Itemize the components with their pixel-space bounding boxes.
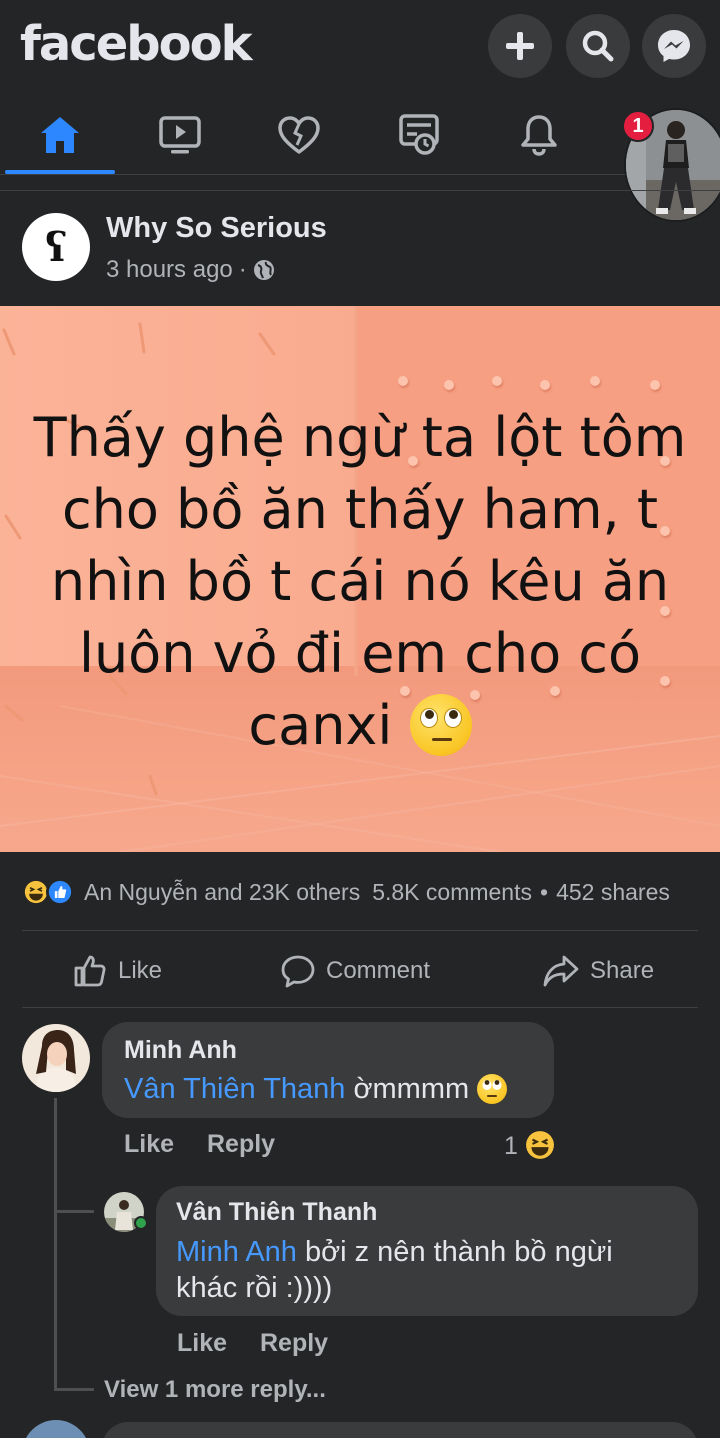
haha-icon — [525, 1131, 554, 1159]
create-button[interactable] — [488, 14, 552, 78]
divider — [0, 190, 720, 191]
meta-separator: · — [238, 256, 247, 283]
dating-icon — [278, 116, 320, 154]
divider — [22, 1007, 698, 1008]
plus-icon — [506, 32, 534, 60]
share-label: Share — [590, 957, 655, 984]
wall-dot — [444, 380, 454, 390]
post-actions: Like Comment Share — [0, 940, 720, 1002]
wall-dot — [590, 376, 600, 386]
online-indicator — [134, 1216, 148, 1230]
reactions-summary-row[interactable]: An Nguyễn and 23K others 5.8K comments •… — [22, 876, 712, 908]
share-button[interactable]: Share — [542, 940, 654, 1002]
like-icon — [46, 878, 74, 906]
search-button[interactable] — [566, 14, 630, 78]
comment-label: Comment — [326, 957, 431, 984]
post-caption: Thấy ghệ ngừ ta lột tôm cho bồ ăn thấy h… — [33, 406, 687, 757]
messenger-icon — [658, 30, 690, 62]
comment-reaction-count[interactable]: 1 — [504, 1130, 555, 1161]
wall-dot — [650, 380, 660, 390]
post-meta: 3 hours ago · — [106, 256, 275, 284]
tab-home[interactable] — [5, 95, 115, 175]
thread-branch — [54, 1388, 94, 1391]
main-nav — [0, 95, 720, 175]
tab-watch[interactable] — [125, 95, 235, 175]
page-avatar-glyph: ʕ — [44, 223, 68, 271]
dot-separator: • — [540, 878, 549, 905]
top-bar: facebook — [0, 0, 720, 95]
wall-dot — [540, 380, 550, 390]
post-time[interactable]: 3 hours ago — [106, 256, 233, 284]
thumbs-up-icon — [74, 955, 106, 987]
post-image-text: Thấy ghệ ngừ ta lột tôm cho bồ ăn thấy h… — [20, 402, 700, 762]
wall-dot — [398, 376, 408, 386]
comment-reply-button[interactable]: Reply — [207, 1130, 275, 1159]
reaction-icons — [22, 877, 78, 907]
comment-text: Vân Thiên Thanh ờmmmm — [124, 1071, 508, 1108]
thread-line — [54, 1098, 57, 1390]
reply-text-line2: khác rồi :)))) — [176, 1272, 333, 1304]
comment-body: ờmmmm — [345, 1073, 470, 1105]
thread-branch — [54, 1210, 94, 1213]
globe-icon — [253, 260, 274, 280]
bell-icon — [521, 115, 557, 156]
comments-count[interactable]: 5.8K comments — [372, 879, 532, 906]
next-commenter-avatar[interactable] — [22, 1420, 90, 1438]
comment-like-button[interactable]: Like — [124, 1130, 174, 1159]
face-with-rolling-eyes-emoji — [409, 694, 472, 756]
reply-author[interactable]: Vân Thiên Thanh — [176, 1198, 377, 1227]
comment-icon — [281, 955, 315, 988]
reactions-count[interactable]: An Nguyễn and 23K others — [84, 879, 360, 906]
marketplace-icon — [399, 114, 439, 155]
comment-mention[interactable]: Vân Thiên Thanh — [124, 1073, 345, 1105]
reply-text-line1: Minh Anh bởi z nên thành bồ ngừi — [176, 1234, 613, 1271]
face-with-rolling-eyes-emoji — [477, 1074, 508, 1104]
share-icon — [543, 955, 579, 987]
commenter-photo — [22, 1024, 90, 1092]
reply-body-1: bởi z nên thành bồ ngừi — [296, 1236, 613, 1268]
messenger-button[interactable] — [642, 14, 706, 78]
shares-count[interactable]: 452 shares — [556, 879, 670, 906]
comment-reaction-number: 1 — [504, 1132, 518, 1160]
like-button[interactable]: Like — [72, 940, 162, 1002]
post-author[interactable]: Why So Serious — [106, 212, 327, 245]
watch-icon — [159, 116, 201, 154]
reply-reply-button[interactable]: Reply — [260, 1329, 328, 1358]
divider — [22, 930, 698, 931]
facebook-logo[interactable]: facebook — [20, 16, 253, 72]
page-avatar[interactable]: ʕ — [22, 213, 90, 281]
comment-button[interactable]: Comment — [280, 940, 430, 1002]
view-more-replies[interactable]: View 1 more reply... — [104, 1376, 326, 1404]
wall-dot — [492, 376, 502, 386]
notification-badge: 1 — [622, 110, 654, 142]
search-icon — [582, 30, 614, 62]
reply-mention[interactable]: Minh Anh — [176, 1236, 297, 1268]
home-icon — [41, 117, 79, 153]
commenter-avatar[interactable] — [22, 1024, 90, 1092]
comment-author[interactable]: Minh Anh — [124, 1036, 237, 1065]
next-comment-bubble — [102, 1422, 698, 1438]
tab-marketplace[interactable] — [364, 95, 474, 175]
tab-dating[interactable] — [244, 95, 354, 175]
nav-divider — [0, 174, 625, 175]
tab-notifications[interactable] — [484, 95, 594, 175]
like-label: Like — [118, 957, 163, 984]
post-image[interactable]: Thấy ghệ ngừ ta lột tôm cho bồ ăn thấy h… — [0, 306, 720, 852]
reply-like-button[interactable]: Like — [177, 1329, 227, 1358]
